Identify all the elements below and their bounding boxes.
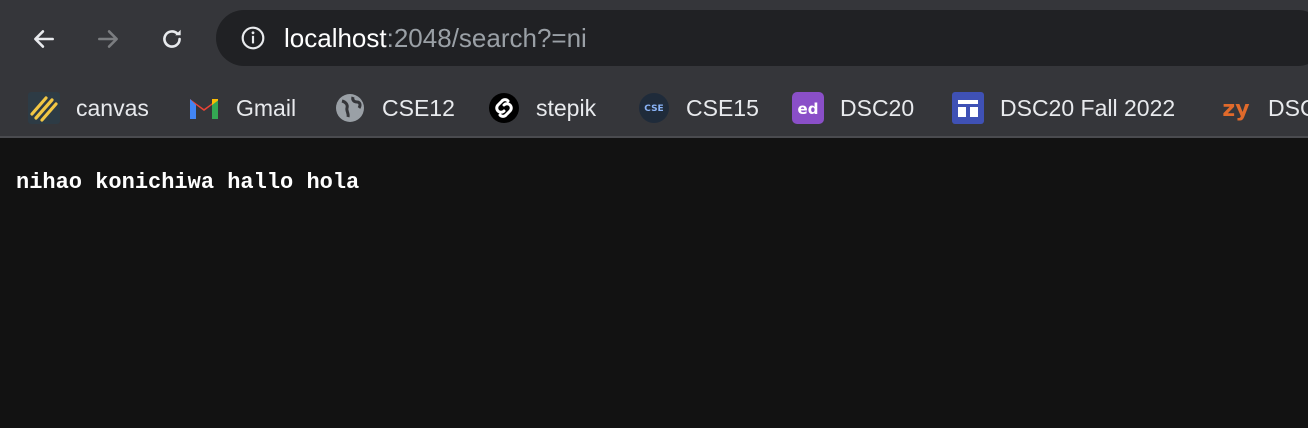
bookmark-dsc20-fall-2022[interactable]: DSC20 Fall 2022 — [952, 88, 1175, 128]
zybooks-icon: zy — [1220, 92, 1252, 124]
bookmark-label: stepik — [536, 95, 597, 121]
svg-text:ed: ed — [798, 100, 819, 118]
back-button[interactable] — [24, 19, 64, 59]
arrow-left-icon — [34, 30, 54, 48]
svg-text:zy: zy — [1222, 97, 1249, 122]
url-text[interactable]: localhost:2048/search?=ni — [284, 23, 587, 53]
search-result-text: nihao konichiwa hallo hola — [16, 170, 360, 195]
bookmark-cse15[interactable]: CSE CSE15 — [638, 88, 759, 128]
browser-toolbar: localhost:2048/search?=ni — [0, 0, 1308, 78]
page-content: nihao konichiwa hallo hola — [0, 140, 1308, 428]
gmail-icon — [188, 92, 220, 124]
bookmark-label: DSC20 — [840, 95, 915, 121]
bookmark-gmail[interactable]: Gmail — [188, 88, 296, 128]
bookmark-stepik[interactable]: stepik — [488, 88, 596, 128]
canvas-icon — [28, 92, 60, 124]
bookmark-dsc20[interactable]: ed DSC20 — [792, 88, 914, 128]
url-host: localhost — [284, 23, 387, 53]
bookmark-dsc[interactable]: zy DSC — [1220, 88, 1308, 128]
reload-button[interactable] — [152, 19, 192, 59]
address-bar[interactable]: localhost:2048/search?=ni — [216, 10, 1308, 66]
arrow-right-icon — [98, 30, 118, 48]
bookmark-canvas[interactable]: canvas — [28, 88, 149, 128]
cse-icon: CSE — [638, 92, 670, 124]
forward-button[interactable] — [88, 19, 128, 59]
stepik-icon — [488, 92, 520, 124]
globe-icon — [334, 92, 366, 124]
bookmark-label: canvas — [76, 95, 149, 121]
bookmark-label: Gmail — [236, 95, 297, 121]
bookmark-label: DSC20 Fall 2022 — [1000, 95, 1176, 121]
reload-icon — [163, 29, 181, 48]
url-path: :2048/search?=ni — [386, 23, 587, 53]
ed-icon: ed — [792, 92, 824, 124]
svg-text:CSE: CSE — [644, 104, 663, 114]
bookmark-cse12[interactable]: CSE12 — [334, 88, 455, 128]
info-icon[interactable] — [240, 25, 266, 51]
bookmarks-bar: canvas Gmail CSE12 stepik CSE CSE15 ed D… — [0, 78, 1308, 138]
calendar-icon — [952, 92, 984, 124]
bookmark-label: DSC — [1268, 95, 1308, 121]
bookmark-label: CSE12 — [382, 95, 455, 121]
bookmark-label: CSE15 — [686, 95, 759, 121]
